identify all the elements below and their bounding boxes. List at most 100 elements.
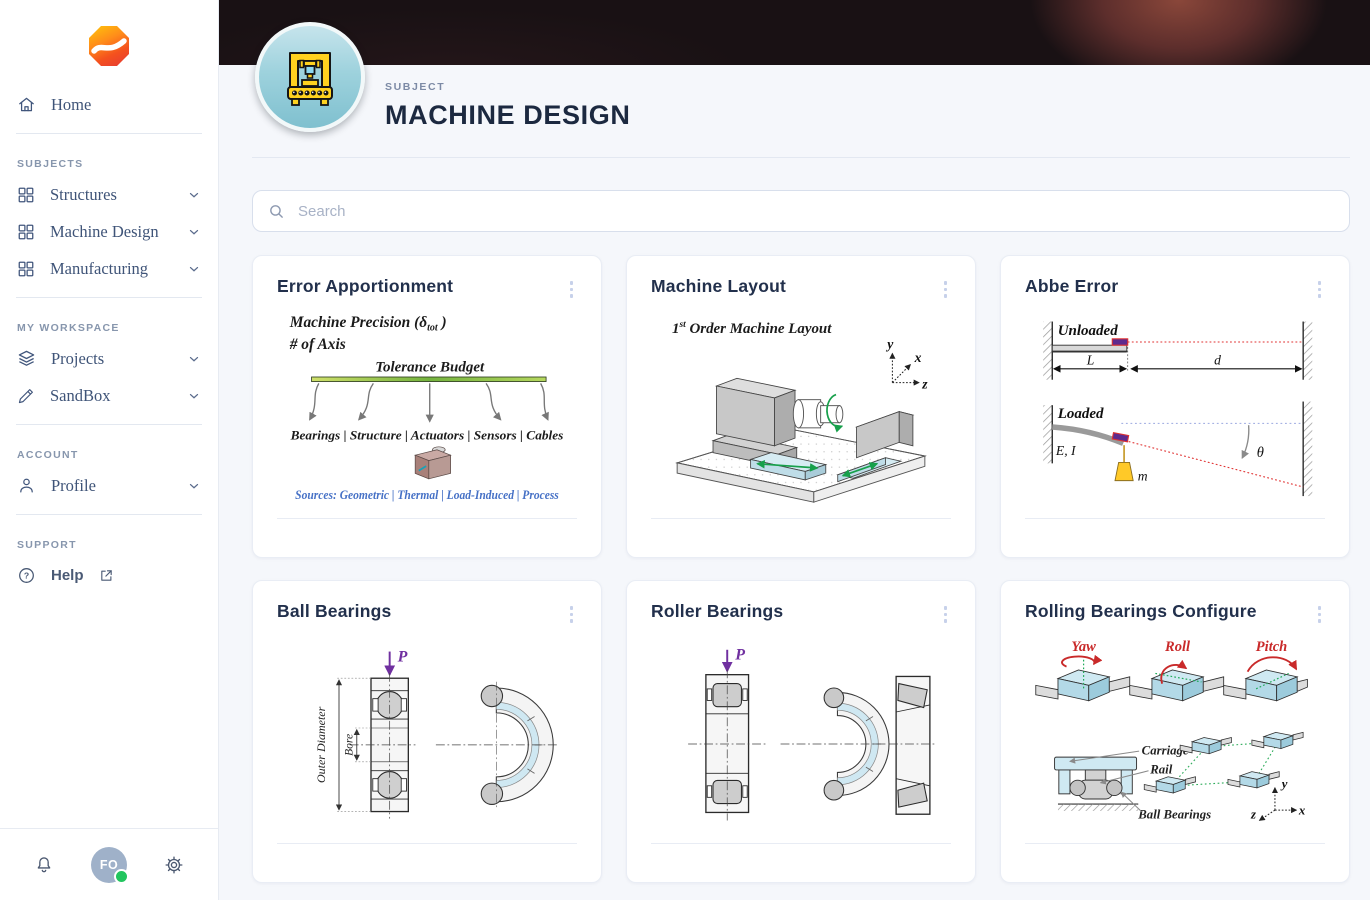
roller-bearing-cross-section — [705, 673, 750, 813]
card-diagram: P — [277, 628, 577, 836]
layers-icon — [18, 350, 35, 366]
svg-text:Unloaded: Unloaded — [1058, 323, 1119, 339]
avatar[interactable]: FO — [91, 846, 129, 884]
kebab-menu-button[interactable] — [940, 276, 952, 303]
page-header: SUBJECT MACHINE DESIGN — [219, 65, 1370, 131]
card-error-apportionment[interactable]: Error Apportionment Machine Precision (δ… — [252, 255, 602, 558]
card-footer — [277, 518, 577, 557]
card-abbe-error[interactable]: Abbe Error Unloaded L d Loaded E, I m θ — [1000, 255, 1350, 558]
sidebar-item-label: Profile — [51, 475, 96, 495]
sidebar-item-projects[interactable]: Projects — [0, 340, 218, 377]
card-grid: Error Apportionment Machine Precision (δ… — [252, 255, 1350, 883]
machine-precision-label: Machine Precision (δtot ) — [289, 314, 447, 334]
external-link-icon — [100, 570, 112, 581]
card-ball-bearings[interactable]: Ball Bearings P Outer Diameter Bore — [252, 580, 602, 883]
card-diagram: Yaw Roll Pitch Carriage Rail Ball Bearin… — [1025, 628, 1325, 836]
coordinate-axes: y x z — [885, 336, 928, 391]
kebab-menu-button[interactable] — [940, 601, 952, 628]
tilted-laser-line — [1128, 440, 1304, 488]
card-footer — [651, 518, 951, 557]
notifications-button[interactable] — [30, 851, 58, 879]
sidebar-item-sandbox[interactable]: SandBox — [0, 377, 218, 414]
page-title: MACHINE DESIGN — [385, 100, 631, 130]
svg-text:E, I: E, I — [1055, 443, 1077, 458]
bearing-half-section-view — [435, 681, 558, 808]
milling-machine-icon — [287, 52, 333, 106]
grid-icon — [18, 224, 34, 239]
unloaded-diagram: Unloaded L d — [1043, 321, 1313, 380]
tolerance-bar — [311, 376, 547, 382]
sidebar-item-machine-design[interactable]: Machine Design — [0, 213, 218, 250]
chevron-down-icon — [189, 393, 199, 399]
card-title: Abbe Error — [1025, 276, 1119, 296]
section-label-account: ACCOUNT — [17, 449, 79, 461]
svg-text:Rail: Rail — [1149, 762, 1172, 776]
svg-text:Bore: Bore — [343, 733, 355, 755]
apportionment-arrows — [309, 382, 549, 423]
kebab-menu-button[interactable] — [566, 276, 578, 303]
chevron-down-icon — [189, 266, 199, 272]
sensor-target — [1111, 337, 1129, 346]
tapered-roller-section — [895, 675, 931, 815]
search-bar — [252, 190, 1350, 232]
search-input[interactable] — [296, 201, 1334, 221]
yaw-carriage — [1035, 654, 1131, 702]
header-divider — [252, 157, 1350, 158]
kebab-menu-button[interactable] — [1314, 276, 1326, 303]
section-label-subjects: SUBJECTS — [17, 158, 84, 170]
carriage-rail-cross-section — [1054, 756, 1139, 811]
divider — [16, 514, 202, 515]
sidebar-item-manufacturing[interactable]: Manufacturing — [0, 250, 218, 287]
card-machine-layout[interactable]: Machine Layout 1st Order Machine Layout — [626, 255, 976, 558]
loaded-diagram: Loaded E, I m θ — [1043, 401, 1313, 496]
error-sources-label: Sources: Geometric | Thermal | Load-Indu… — [295, 487, 559, 501]
sidebar-item-structures[interactable]: Structures — [0, 176, 218, 213]
card-rolling-bearings-configure[interactable]: Rolling Bearings Configure Yaw Roll Pitc… — [1000, 580, 1350, 883]
card-diagram: P — [651, 628, 951, 836]
app-logo[interactable] — [0, 26, 218, 66]
chevron-down-icon — [189, 192, 199, 198]
section-label-support: SUPPORT — [17, 539, 77, 551]
sidebar-item-home[interactable]: Home — [0, 86, 218, 123]
help-circle-icon: ? — [19, 568, 34, 583]
pitch-carriage — [1223, 656, 1308, 702]
svg-text:P: P — [734, 646, 745, 663]
svg-text:Ball Bearings: Ball Bearings — [1137, 808, 1211, 822]
subject-eyebrow: SUBJECT — [385, 81, 446, 93]
divider — [16, 297, 202, 298]
sidebar-item-profile[interactable]: Profile — [0, 467, 218, 504]
card-diagram: Unloaded L d Loaded E, I m θ — [1025, 303, 1325, 511]
load-arrow: P — [384, 648, 408, 676]
roll-label: Roll — [1164, 639, 1191, 655]
roll-carriage — [1129, 659, 1225, 702]
svg-text:L: L — [1086, 352, 1095, 367]
kebab-menu-button[interactable] — [1314, 601, 1326, 628]
sidebar-item-label: Machine Design — [50, 221, 159, 241]
svg-text:x: x — [914, 350, 922, 365]
card-diagram: 1st Order Machine Layout y x z — [651, 303, 951, 511]
sidebar: Home SUBJECTS Structures Machine Design — [0, 0, 219, 900]
person-icon — [20, 478, 33, 493]
kebab-menu-button[interactable] — [566, 601, 578, 628]
chevron-down-icon — [189, 229, 199, 235]
card-footer — [651, 843, 951, 882]
card-roller-bearings[interactable]: Roller Bearings P — [626, 580, 976, 883]
settings-button[interactable] — [160, 851, 188, 879]
load-arrow: P — [721, 646, 745, 673]
svg-text:x: x — [1298, 803, 1306, 817]
app-root: Home SUBJECTS Structures Machine Design — [0, 0, 1370, 900]
card-footer — [1025, 843, 1325, 882]
chevron-down-icon — [189, 483, 199, 489]
card-title: Machine Layout — [651, 276, 787, 296]
gear-icon — [165, 856, 183, 873]
online-status-dot — [114, 868, 129, 884]
motor-illustration — [414, 445, 452, 479]
card-title: Rolling Bearings Configure — [1025, 601, 1257, 621]
sidebar-item-help[interactable]: ? Help — [0, 557, 218, 594]
order-layout-label: 1st Order Machine Layout — [672, 320, 832, 337]
card-footer — [1025, 518, 1325, 557]
sidebar-item-label: Home — [51, 94, 92, 114]
card-title: Roller Bearings — [651, 601, 784, 621]
chevron-down-icon — [189, 356, 199, 362]
headstock — [714, 377, 797, 447]
